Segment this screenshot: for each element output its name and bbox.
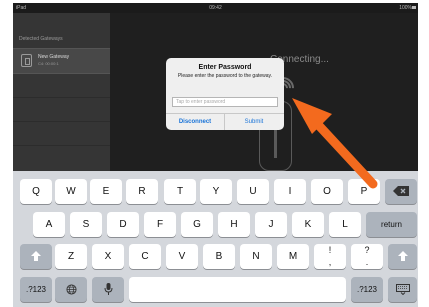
annotation-arrow: [292, 98, 378, 189]
